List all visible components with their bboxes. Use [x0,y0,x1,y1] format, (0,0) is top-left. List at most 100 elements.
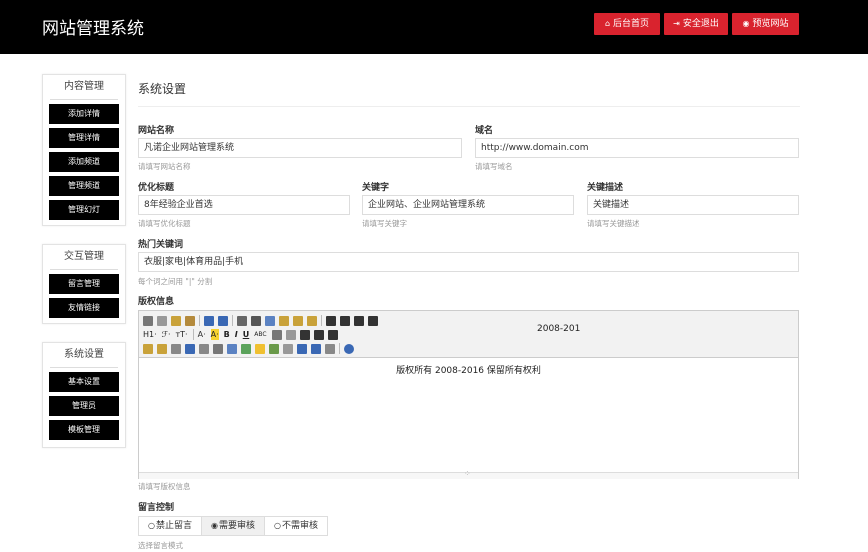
page-break-icon[interactable] [283,343,293,354]
sidebar-group-title: 交互管理 [43,245,125,269]
unordered-list-icon[interactable] [354,315,364,326]
editor-content[interactable]: 版权所有 2008-2016 保留所有权利 [139,358,798,479]
sidebar-group-title: 内容管理 [43,75,125,99]
sidebar-item-add-detail[interactable]: 添加详情 [49,104,119,124]
sidebar-group-title: 系统设置 [43,343,125,367]
eye-icon: ◉ [742,19,750,28]
sidebar-item-manage-slides[interactable]: 管理幻灯 [49,200,119,220]
hot-keywords-help: 每个词之间用 "|" 分割 [138,277,213,286]
select-icon[interactable] [237,315,247,326]
description-input[interactable]: 关键描述 [587,195,799,215]
site-name-input[interactable]: 凡诺企业网站管理系统 [138,138,462,158]
sidebar-group-interaction: 交互管理 留言管理 友情链接 [42,244,126,324]
indent-icon[interactable] [368,315,378,326]
bold-icon[interactable]: B [224,329,230,340]
table-icon[interactable] [227,343,237,354]
emoticon-icon[interactable] [255,343,265,354]
keywords-label: 关键字 [362,183,390,193]
help-icon[interactable] [344,343,354,354]
attachment-icon[interactable] [199,343,209,354]
sidebar-group-system: 系统设置 基本设置 管理员 模板管理 [42,342,126,448]
link-icon[interactable] [311,343,321,354]
anchor-icon[interactable] [297,343,307,354]
paste-text-icon[interactable] [293,315,303,326]
align-center-icon[interactable] [313,329,324,340]
media-icon[interactable] [185,343,195,354]
hot-keywords-input[interactable]: 衣服|家电|体育用品|手机 [138,252,799,272]
toolbar-row-1 [143,314,382,327]
radio-require-review[interactable]: ◉需要审核 [201,516,265,536]
domain-label: 域名 [475,126,494,136]
font-size-dropdown[interactable]: тT· [176,329,188,340]
sidebar-item-add-channel[interactable]: 添加频道 [49,152,119,172]
file-icon[interactable] [213,343,223,354]
multi-image-icon[interactable] [157,343,167,354]
insert-image-icon[interactable] [143,343,153,354]
font-color-icon[interactable]: A· [198,329,206,340]
source-icon[interactable] [143,315,153,326]
guestbook-label: 留言控制 [138,503,175,513]
align-right-icon[interactable] [327,329,338,340]
redo-icon[interactable] [218,315,228,326]
description-help: 请填写关键描述 [587,219,640,228]
description-label: 关键描述 [587,183,624,193]
highlight-color-icon[interactable]: A· [210,329,219,340]
sidebar-item-friend-links[interactable]: 友情链接 [49,298,119,318]
heading-dropdown[interactable]: H1· [143,329,157,340]
preview-site-label: 预览网站 [752,19,789,29]
admin-home-label: 后台首页 [613,19,650,29]
strikethrough-icon[interactable]: ABC [254,329,266,340]
sidebar-item-manage-detail[interactable]: 管理详情 [49,128,119,148]
radio-empty-icon: ○ [148,521,155,530]
sidebar-item-basic-settings[interactable]: 基本设置 [49,372,119,392]
sidebar-item-administrators[interactable]: 管理员 [49,396,119,416]
ordered-list-icon[interactable] [340,315,350,326]
sidebar-item-messages[interactable]: 留言管理 [49,274,119,294]
italic-icon[interactable]: I [235,329,238,340]
underline-icon[interactable]: U [243,329,250,340]
radio-disable-messages[interactable]: ○禁止留言 [138,516,202,536]
align-left-icon[interactable] [299,329,310,340]
flash-icon[interactable] [171,343,181,354]
radio-no-review[interactable]: ○不需审核 [264,516,328,536]
justify-icon[interactable] [326,315,336,326]
editor-text: 版权所有 2008-2016 保留所有权利 [396,366,541,376]
domain-input[interactable]: http://www.domain.com [475,138,799,158]
logout-button[interactable]: ⇥ 安全退出 [664,13,728,35]
preview-site-button[interactable]: ◉ 预览网站 [732,13,799,35]
seo-title-input[interactable]: 8年经验企业首选 [138,195,350,215]
cleanup-icon[interactable] [185,315,195,326]
preview-icon[interactable] [157,315,167,326]
site-brand: 网站管理系统 [42,19,144,39]
editor-toolbar: H1· ℱ· тT· A· A· B I U ABC 2008-201 [139,311,798,358]
top-header: 网站管理系统 ⌂ 后台首页 ⇥ 安全退出 ◉ 预览网站 [0,0,868,54]
paste-word-icon[interactable] [307,315,317,326]
template-icon[interactable] [171,315,181,326]
home-icon: ⌂ [604,19,611,28]
radio-empty-icon: ○ [274,521,281,530]
cut-icon[interactable] [251,315,261,326]
sidebar-item-templates[interactable]: 模板管理 [49,420,119,440]
editor-resize-handle[interactable] [139,469,798,479]
title-divider [138,106,800,107]
font-family-dropdown[interactable]: ℱ· [162,329,171,340]
guestbook-help: 选择留言模式 [138,541,183,550]
undo-icon[interactable] [204,315,214,326]
sidebar-item-manage-channel[interactable]: 管理频道 [49,176,119,196]
remove-format-icon[interactable] [285,329,296,340]
radio-label: 禁止留言 [155,521,192,531]
copyright-help: 请填写版权信息 [138,482,191,491]
logout-icon: ⇥ [673,19,680,28]
special-char-icon[interactable] [269,343,279,354]
line-height-icon[interactable] [271,329,282,340]
hr-icon[interactable] [241,343,251,354]
guestbook-radio-group: ○禁止留言 ◉需要审核 ○不需审核 [138,516,328,536]
unlink-icon[interactable] [325,343,335,354]
keywords-input[interactable]: 企业网站、企业网站管理系统 [362,195,574,215]
admin-home-button[interactable]: ⌂ 后台首页 [594,13,660,35]
paste-icon[interactable] [279,315,289,326]
copy-icon[interactable] [265,315,275,326]
copyright-editor[interactable]: H1· ℱ· тT· A· A· B I U ABC 2008-201 版权所有… [138,310,799,479]
logout-label: 安全退出 [682,19,719,29]
sidebar-group-content: 内容管理 添加详情 管理详情 添加频道 管理频道 管理幻灯 [42,74,126,226]
